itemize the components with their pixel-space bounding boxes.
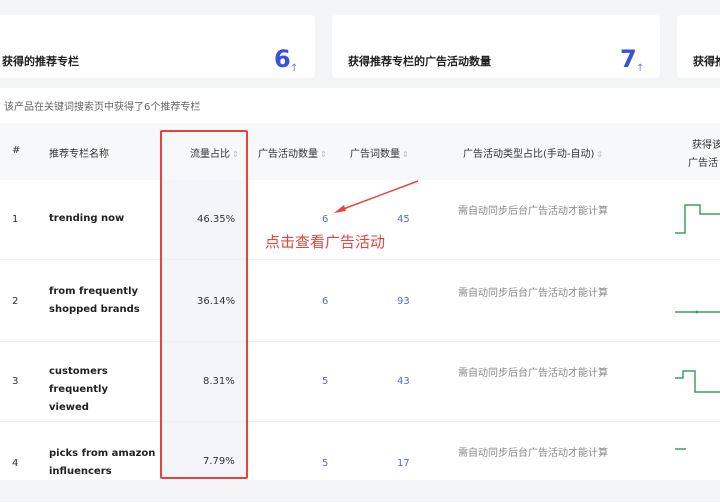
stat-card-columns: 获得的推荐专栏 6 ↑ (0, 15, 315, 78)
row-name: customers frequently viewed (49, 366, 108, 413)
stat-value: 7 (620, 45, 637, 73)
table-row: 2 from frequently shopped brands 36.14% … (0, 262, 720, 342)
table-row: 3 customers frequently viewed 8.31% 5 43… (0, 342, 720, 422)
stat-label: 获得推荐专栏的广告活动数量 (348, 55, 491, 68)
row-type: 需自动同步后台广告活动才能计算 (458, 448, 608, 459)
sort-icon[interactable]: ⇕ (596, 150, 603, 159)
row-keywords-link[interactable]: 17 (397, 458, 410, 469)
header-index: # (12, 145, 21, 156)
row-keywords-link[interactable]: 43 (397, 376, 410, 387)
sparkline (675, 204, 720, 234)
table-header: # 推荐专栏名称 流量占比 ⇕ 广告活动数量 ⇕ 广告词数量 ⇕ 广告活动类型占比(手… (0, 123, 720, 180)
stat-card-third: 获得推 (677, 15, 720, 78)
header-type[interactable]: 广告活动类型占比(手动-自动) ⇕ (463, 145, 603, 160)
arrow-up-icon: ↑ (290, 63, 299, 74)
row-index: 4 (12, 458, 19, 469)
header-label: 广告活动类型占比(手动-自动) (463, 149, 595, 160)
row-name: from frequently shopped brands (49, 286, 140, 315)
row-name: trending now (49, 213, 125, 224)
header-label: 广告活动数量 (258, 149, 318, 160)
row-campaigns-link[interactable]: 6 (322, 214, 328, 225)
row-campaigns-link[interactable]: 5 (322, 458, 328, 469)
row-campaigns-link[interactable]: 6 (322, 296, 328, 307)
row-index: 1 (12, 214, 19, 225)
stat-label: 获得的推荐专栏 (2, 55, 79, 68)
sort-icon[interactable]: ⇕ (402, 150, 409, 159)
row-name: picks from amazon influencers (49, 448, 156, 477)
header-last-1: 获得该 (692, 140, 720, 151)
header-label: 广告词数量 (350, 149, 400, 160)
header-keywords[interactable]: 广告词数量 ⇕ (350, 145, 409, 160)
annotation-arrow-icon (334, 180, 419, 213)
header-campaigns[interactable]: 广告活动数量 ⇕ (258, 145, 327, 160)
stat-card-campaigns: 获得推荐专栏的广告活动数量 7 ↑ (332, 15, 660, 78)
sparkline (675, 310, 720, 314)
row-type: 需自动同步后台广告活动才能计算 (458, 288, 608, 299)
columns-table-panel: 该产品在关键词搜索页中获得了6个推荐专栏 # 推荐专栏名称 流量占比 ⇕ 广告活动… (0, 88, 720, 502)
sparkline (675, 448, 686, 450)
row-type: 需自动同步后台广告活动才能计算 (458, 206, 608, 217)
sparkline (675, 370, 720, 393)
subtitle: 该产品在关键词搜索页中获得了6个推荐专栏 (4, 102, 201, 113)
table-row: 4 picks from amazon influencers 7.79% 5 … (0, 422, 720, 502)
header-name: 推荐专栏名称 (49, 149, 109, 160)
sort-icon[interactable]: ⇕ (320, 150, 327, 159)
traffic-column-highlight-box (160, 130, 248, 479)
row-keywords-link[interactable]: 93 (397, 296, 410, 307)
row-index: 3 (12, 376, 19, 387)
arrow-up-icon: ↑ (636, 63, 645, 74)
row-index: 2 (12, 296, 19, 307)
row-type: 需自动同步后台广告活动才能计算 (458, 368, 608, 379)
header-last-2: 广告活 (688, 158, 718, 169)
row-campaigns-link[interactable]: 5 (322, 376, 328, 387)
stat-label: 获得推 (693, 55, 720, 68)
annotation-text: 点击查看广告活动 (265, 233, 386, 251)
stat-value: 6 (274, 45, 291, 73)
